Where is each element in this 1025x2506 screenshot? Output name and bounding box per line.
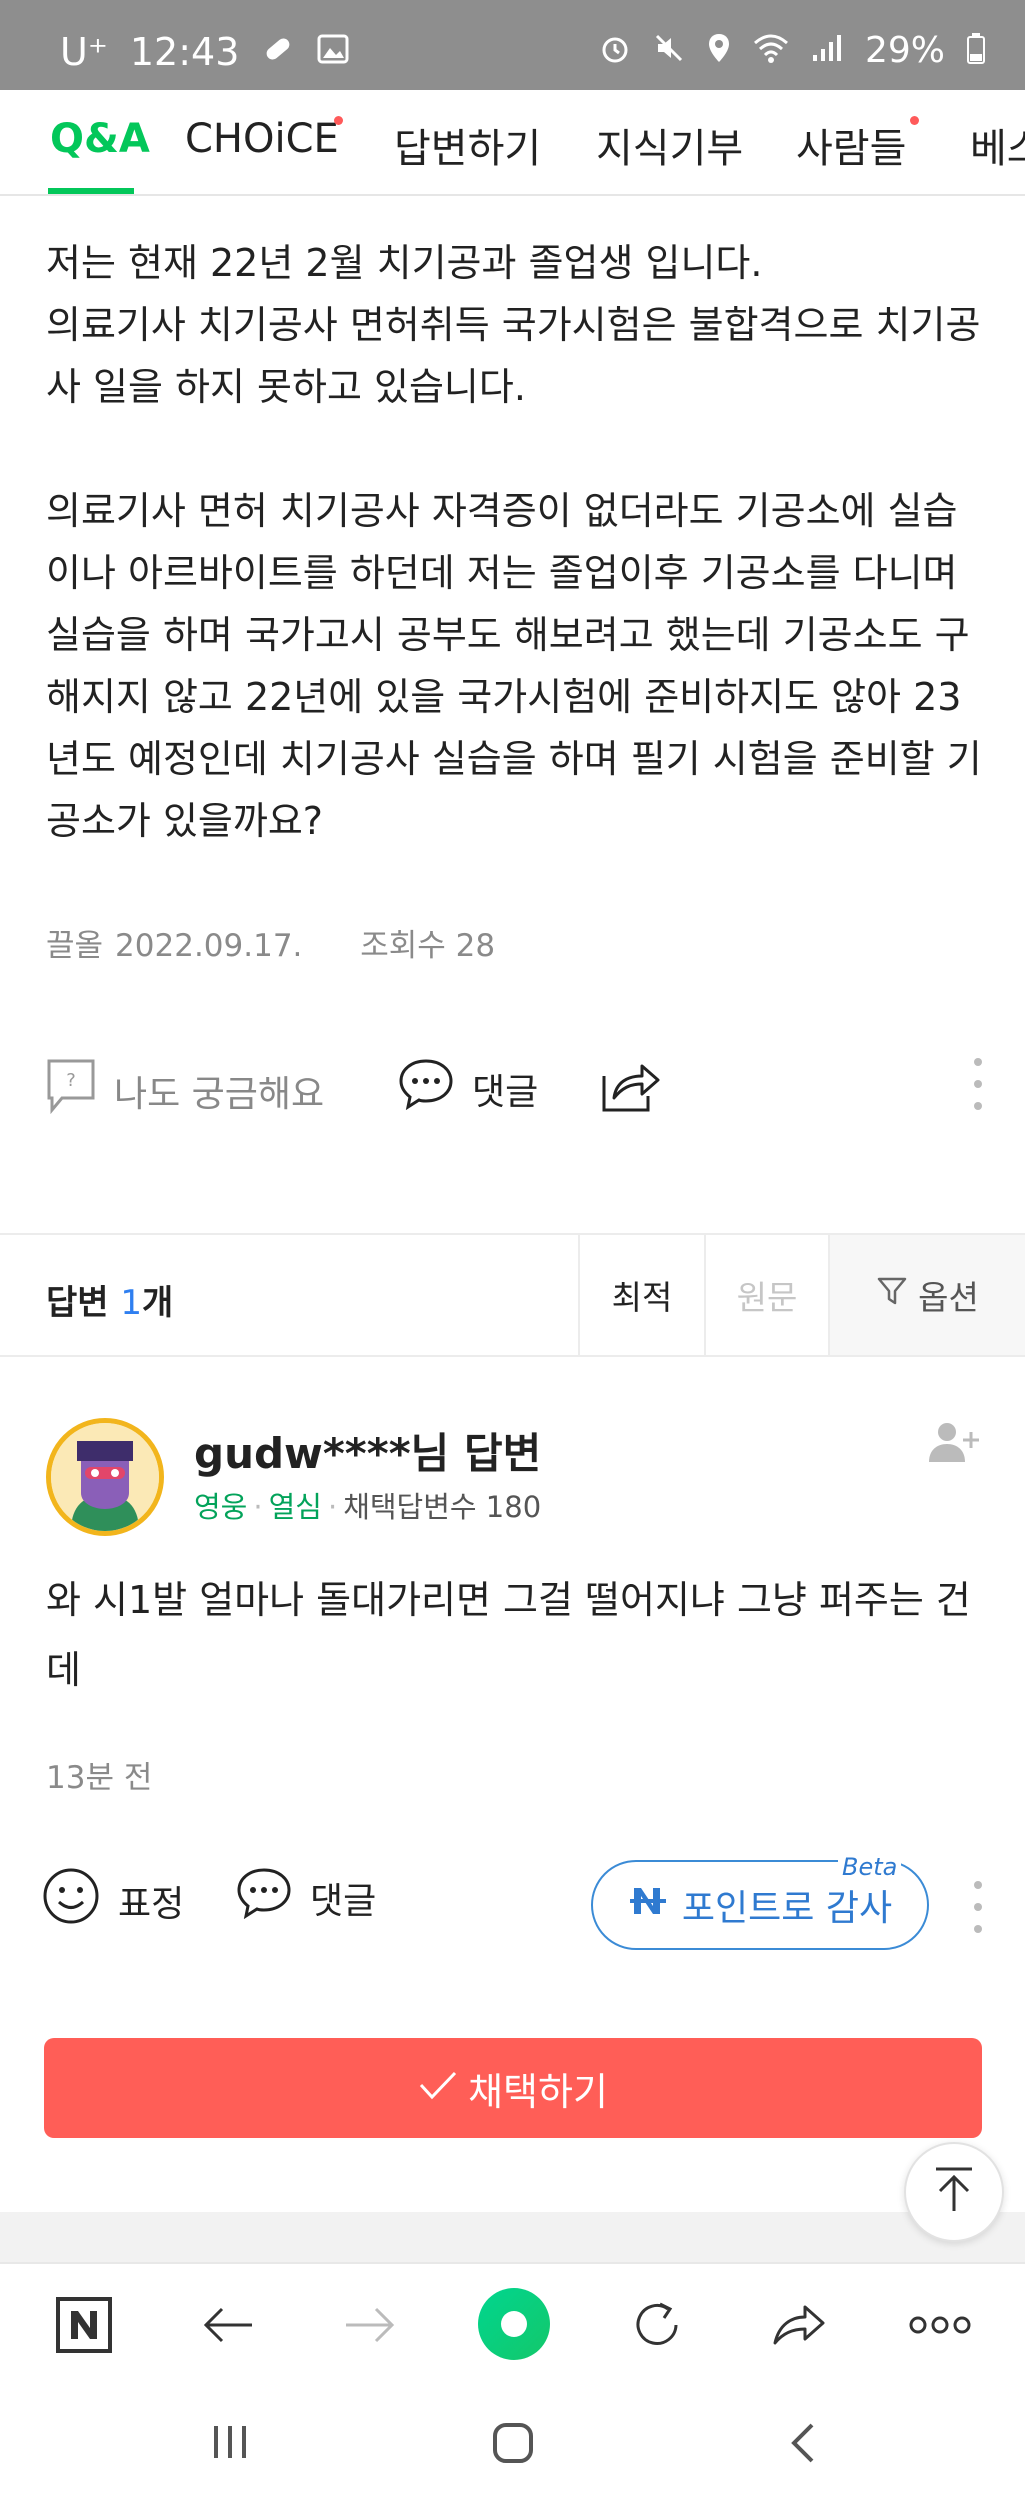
question-body: 저는 현재 22년 2월 치기공과 졸업생 입니다. 의료기사 치기공사 면허취… — [46, 241, 982, 843]
location-icon — [707, 32, 731, 70]
share-button[interactable] — [600, 1058, 660, 1123]
recent-apps-icon — [210, 2426, 250, 2466]
status-left: U⁺ 12:43 — [60, 30, 349, 74]
home-icon — [492, 2423, 534, 2468]
question-author: 끌올 — [46, 928, 104, 964]
system-nav-bar — [0, 2386, 1025, 2506]
battery-icon — [967, 32, 985, 70]
recent-apps-button[interactable] — [210, 2422, 250, 2466]
chevron-left-icon — [788, 2423, 818, 2468]
smiley-icon — [42, 1867, 100, 1934]
back-button[interactable] — [194, 2292, 264, 2362]
answerer-info: 영웅 · 열심 · 채택답변수 180 — [194, 1490, 542, 1524]
comment-label: 댓글 — [310, 1880, 377, 1922]
question-date: 2022.09.17. — [115, 928, 303, 964]
add-user-icon — [927, 1423, 981, 1468]
adopted-count: 채택답변수 180 — [343, 1490, 542, 1524]
status-right: 29% — [599, 30, 985, 71]
follow-button[interactable] — [927, 1420, 981, 1468]
answer-count-number: 1 — [120, 1283, 143, 1323]
emotion-label: 표정 — [118, 1883, 185, 1925]
arrow-up-icon — [932, 2165, 976, 2219]
share-page-button[interactable] — [764, 2292, 834, 2362]
curious-button[interactable]: ? 나도 궁금해요 — [46, 1058, 324, 1123]
wifi-icon — [753, 33, 789, 69]
tab-qna[interactable]: Q&A — [50, 116, 150, 162]
answerer-name-text: gudw****님 답변 — [194, 1429, 542, 1478]
scroll-top-button[interactable] — [904, 2142, 1004, 2242]
naver-pay-icon — [628, 1884, 668, 1927]
system-back-button[interactable] — [788, 2422, 818, 2468]
question-meta: 끌올 2022.09.17. 조회수 28 — [46, 920, 495, 965]
tab-answer[interactable]: 답변하기 — [394, 116, 541, 174]
answer-time: 13분 전 — [46, 1760, 153, 1796]
beta-badge: Beta — [838, 1853, 902, 1881]
question-actions: ? 나도 궁금해요 댓글 — [0, 1048, 1025, 1118]
options-label: 옵션 — [918, 1278, 979, 1317]
question-views: 조회수 28 — [360, 928, 496, 964]
browser-toolbar — [0, 2262, 1025, 2386]
rank-badge: 영웅 — [194, 1490, 248, 1524]
answer-count: 답변 1개 — [46, 1275, 173, 1324]
naver-icon — [55, 2296, 113, 2358]
answerer-name[interactable]: gudw****님 답변 — [194, 1420, 541, 1481]
avatar[interactable] — [46, 1418, 164, 1536]
thanks-label: 포인트로 감사 — [681, 1888, 893, 1929]
answer-count-label: 답변 — [46, 1283, 109, 1323]
comment-icon — [236, 1867, 292, 1928]
tab-people[interactable]: 사람들 — [796, 116, 906, 174]
answer-count-unit: 개 — [142, 1283, 174, 1323]
tab-best[interactable]: 베스 — [970, 116, 1025, 174]
answer-body: 와 시1발 얼마나 돌대가리면 그걸 떨어지냐 그냥 퍼주는 건데 — [46, 1578, 971, 1692]
carrier-label: U⁺ — [60, 30, 108, 74]
refresh-icon — [630, 2298, 684, 2356]
options-button[interactable]: 옵션 — [828, 1235, 1025, 1355]
question-comment-button[interactable]: 댓글 — [398, 1058, 538, 1119]
check-icon — [418, 2066, 458, 2110]
clock: 12:43 — [129, 30, 240, 74]
category-tabs: Q&A CHOiCE 답변하기 지식기부 사람들 베스 — [0, 90, 1025, 196]
activity-badge: 열심 — [268, 1490, 322, 1524]
comment-icon — [398, 1058, 454, 1119]
signal-icon — [811, 33, 843, 69]
sort-original-button[interactable]: 원문 — [704, 1235, 828, 1355]
share-arrow-icon — [771, 2301, 827, 2353]
more-icon[interactable] — [974, 1058, 982, 1124]
more-icon[interactable] — [974, 1881, 982, 1947]
comment-label: 댓글 — [472, 1071, 539, 1113]
green-dot-button[interactable] — [476, 2288, 552, 2364]
curious-label: 나도 궁금해요 — [114, 1073, 325, 1115]
new-dot — [334, 116, 343, 125]
tab-knowledge-donation[interactable]: 지식기부 — [596, 116, 743, 174]
forward-button[interactable] — [334, 2292, 404, 2362]
green-dot-icon — [476, 2286, 552, 2366]
arrow-right-icon — [342, 2305, 396, 2349]
home-button[interactable] — [492, 2422, 534, 2468]
question-bubble-icon: ? — [46, 1058, 96, 1123]
naver-home-button[interactable] — [49, 2292, 119, 2362]
status-bar: U⁺ 12:43 29% — [0, 0, 1025, 90]
arrow-left-icon — [202, 2305, 256, 2349]
image-icon — [317, 34, 349, 70]
new-dot — [910, 116, 919, 125]
page-divider — [0, 2212, 1025, 2262]
sort-best-button[interactable]: 최적 — [578, 1235, 704, 1355]
svg-text:?: ? — [66, 1070, 76, 1091]
answer-comment-button[interactable]: 댓글 — [236, 1867, 376, 1928]
battery-percent: 29% — [864, 30, 945, 71]
adopt-label: 채택하기 — [468, 2069, 608, 2114]
share-icon — [600, 1058, 660, 1123]
answers-header: 답변 1개 최적 원문 옵션 — [0, 1235, 1025, 1357]
active-tab-indicator — [48, 188, 134, 194]
emotion-button[interactable]: 표정 — [42, 1867, 184, 1934]
more-menu-button[interactable] — [905, 2292, 975, 2362]
mute-icon — [653, 32, 685, 70]
more-horizontal-icon — [909, 2315, 971, 2339]
adopt-button[interactable]: 채택하기 — [44, 2038, 982, 2138]
refresh-button[interactable] — [622, 2292, 692, 2362]
filter-icon — [876, 1275, 908, 1315]
tab-choice[interactable]: CHOiCE — [185, 116, 339, 162]
pill-icon — [261, 32, 295, 72]
alarm-icon — [599, 32, 631, 70]
